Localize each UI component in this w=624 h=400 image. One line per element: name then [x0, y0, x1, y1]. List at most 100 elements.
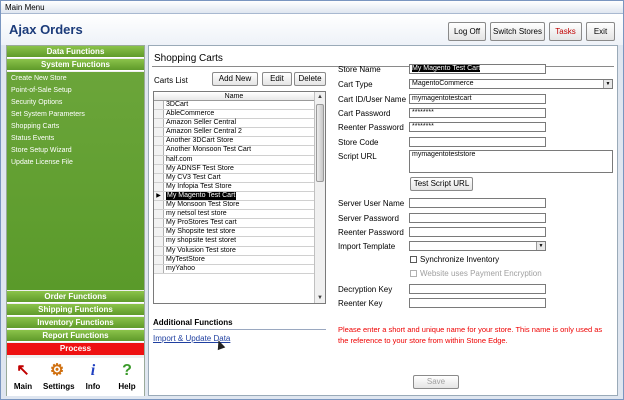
tasks-button[interactable]: Tasks	[549, 22, 582, 41]
system-functions-header[interactable]: System Functions	[7, 59, 144, 71]
help-tool[interactable]: ? Help	[113, 360, 141, 391]
table-row[interactable]: AbleCommerce	[154, 110, 314, 120]
row-selector[interactable]	[154, 146, 164, 155]
cart-name-cell: myYahoo	[166, 264, 196, 272]
table-row[interactable]: My ADNSF Test Store	[154, 164, 314, 174]
reenter-key-input[interactable]	[409, 298, 546, 308]
edit-button[interactable]: Edit	[262, 72, 292, 86]
sidebar-item-store-setup-wizard[interactable]: Store Setup Wizard	[11, 147, 72, 154]
sidebar-item-create-new-store[interactable]: Create New Store	[11, 75, 67, 82]
table-row[interactable]: Another 3DCart Store	[154, 137, 314, 147]
sidebar-item-shopping-carts[interactable]: Shopping Carts	[11, 123, 59, 130]
row-selector[interactable]	[154, 246, 164, 255]
cart-id-input[interactable]: mymagentotestcart	[409, 94, 546, 104]
reenter-password-input[interactable]: ********	[409, 122, 546, 132]
table-row[interactable]: My Volusion Test store	[154, 246, 314, 256]
grid-scrollbar[interactable]: ▲ ▼	[314, 92, 325, 303]
switch-stores-button[interactable]: Switch Stores	[490, 22, 545, 41]
row-selector[interactable]	[154, 155, 164, 164]
table-row[interactable]: My Monsoon Test Store	[154, 201, 314, 211]
sidebar-item-set-system-parameters[interactable]: Set System Parameters	[11, 111, 85, 118]
scroll-up-icon[interactable]: ▲	[315, 92, 325, 102]
table-row[interactable]: My Infopia Test Store	[154, 182, 314, 192]
table-row[interactable]: My CV3 Test Cart	[154, 173, 314, 183]
scroll-down-icon[interactable]: ▼	[315, 293, 325, 303]
store-code-input[interactable]	[409, 137, 546, 147]
table-row[interactable]: Amazon Seller Central	[154, 119, 314, 129]
cart-type-label: Cart Type	[338, 80, 373, 89]
table-row[interactable]: My Shopsite test store	[154, 228, 314, 238]
table-row[interactable]: half.com	[154, 155, 314, 165]
script-url-input[interactable]: mymagentoteststore	[409, 150, 613, 173]
additional-functions-label: Additional Functions	[153, 318, 233, 327]
shipping-functions-header[interactable]: Shipping Functions	[7, 304, 144, 316]
row-selector[interactable]	[154, 137, 164, 146]
reenter-server-password-input[interactable]	[409, 227, 546, 237]
delete-button[interactable]: Delete	[294, 72, 326, 86]
order-functions-header[interactable]: Order Functions	[7, 291, 144, 303]
row-selector[interactable]	[154, 210, 164, 219]
cart-type-select[interactable]: MagentoCommerce ▼	[409, 79, 613, 89]
row-selector[interactable]: ▶	[154, 191, 164, 201]
row-selector[interactable]	[154, 255, 164, 264]
server-user-input[interactable]	[409, 198, 546, 208]
carts-list-label: Carts List	[154, 76, 188, 85]
row-selector[interactable]	[154, 110, 164, 119]
row-selector[interactable]	[154, 101, 164, 110]
row-selector[interactable]	[154, 173, 164, 182]
row-selector[interactable]	[154, 164, 164, 173]
test-script-url-button[interactable]: Test Script URL	[410, 177, 473, 191]
row-selector[interactable]	[154, 237, 164, 246]
table-row[interactable]: Another Monsoon Test Cart	[154, 146, 314, 156]
table-row[interactable]: ▶ My Magento Test Cart	[154, 191, 314, 202]
row-selector[interactable]	[154, 201, 164, 210]
sidebar-item-point-of-sale-setup[interactable]: Point-of-Sale Setup	[11, 87, 72, 94]
cart-name-cell: Another 3DCart Store	[166, 137, 234, 145]
row-selector[interactable]	[154, 264, 164, 273]
payment-encryption-checkbox[interactable]	[410, 270, 417, 277]
process-header[interactable]: Process	[7, 343, 144, 355]
row-selector[interactable]	[154, 119, 164, 128]
table-row[interactable]: My ProStores Test cart	[154, 219, 314, 229]
exit-button[interactable]: Exit	[586, 22, 615, 41]
report-functions-header[interactable]: Report Functions	[7, 330, 144, 342]
inventory-functions-header[interactable]: Inventory Functions	[7, 317, 144, 329]
save-button[interactable]: Save	[413, 375, 459, 389]
decryption-key-input[interactable]	[409, 284, 546, 294]
row-selector[interactable]	[154, 228, 164, 237]
main-tool[interactable]: ↖ Main	[9, 360, 37, 391]
import-template-label: Import Template	[338, 242, 396, 251]
log-off-button[interactable]: Log Off	[448, 22, 486, 41]
table-row[interactable]: 3DCart	[154, 101, 314, 111]
sidebar-item-security-options[interactable]: Security Options	[11, 99, 62, 106]
store-name-input[interactable]: My Magento Test Cart	[409, 64, 546, 74]
carts-grid[interactable]: Name 3DCart AbleCommerce Amazon Seller Cen…	[153, 91, 326, 304]
settings-tool[interactable]: ⚙ Settings	[43, 360, 75, 391]
import-template-select[interactable]: ▼	[409, 241, 546, 251]
cart-password-label: Cart Password	[338, 109, 391, 118]
table-row[interactable]: MyTestStore	[154, 255, 314, 265]
synchronize-inventory-checkbox[interactable]	[410, 256, 417, 263]
table-row[interactable]: my shopsite test storet	[154, 237, 314, 247]
data-functions-header[interactable]: Data Functions	[7, 46, 144, 58]
server-password-label: Server Password	[338, 214, 399, 223]
main-menu-window: Main Menu Ajax Orders Log Off Switch Sto…	[0, 0, 624, 400]
sidebar-item-status-events[interactable]: Status Events	[11, 135, 54, 142]
row-selector[interactable]	[154, 219, 164, 228]
cart-password-input[interactable]: ********	[409, 108, 546, 118]
store-name-label: Store Name	[338, 65, 381, 74]
info-tool[interactable]: i Info	[79, 360, 107, 391]
table-row[interactable]: my netsol test store	[154, 210, 314, 220]
cart-name-cell: My ADNSF Test Store	[166, 164, 234, 172]
chevron-down-icon[interactable]: ▼	[603, 80, 612, 88]
scroll-thumb[interactable]	[316, 104, 324, 182]
row-selector[interactable]	[154, 182, 164, 191]
server-password-input[interactable]	[409, 213, 546, 223]
table-row[interactable]: Amazon Seller Central 2	[154, 128, 314, 138]
sidebar-item-update-license-file[interactable]: Update License File	[11, 159, 73, 166]
add-new-button[interactable]: Add New	[212, 72, 258, 86]
table-row[interactable]: myYahoo	[154, 264, 314, 274]
row-selector[interactable]	[154, 128, 164, 137]
grid-header-name[interactable]: Name	[154, 92, 314, 101]
chevron-down-icon[interactable]: ▼	[536, 242, 545, 250]
